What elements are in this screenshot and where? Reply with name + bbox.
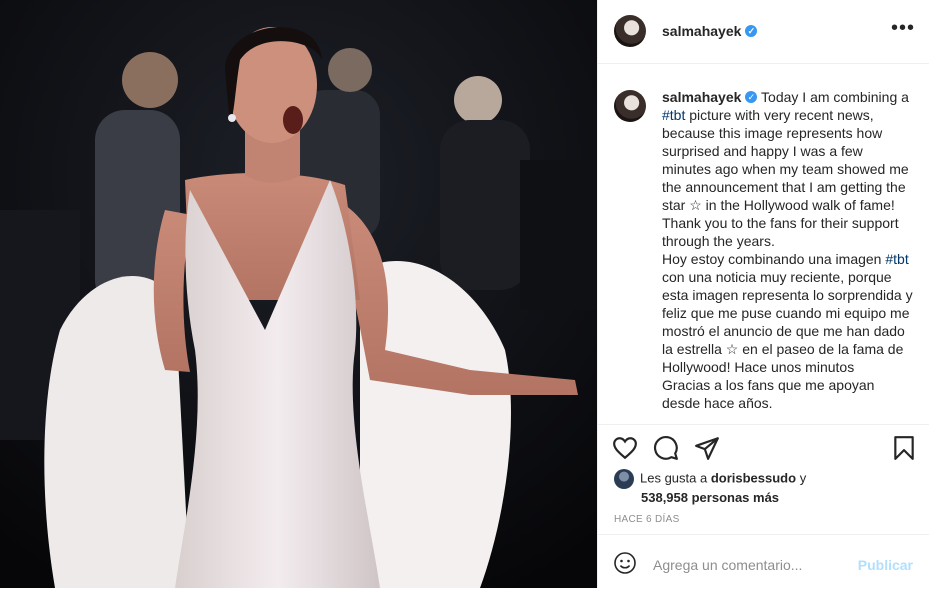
share-icon[interactable]: [694, 435, 720, 461]
post-caption: salmahayek ✓ Today I am combining a #tbt …: [662, 88, 914, 424]
post-actions-bar: [598, 424, 929, 473]
author-username-text[interactable]: salmahayek: [662, 23, 741, 39]
caption-avatar[interactable]: [614, 90, 646, 122]
liker-username[interactable]: dorisbessudo: [711, 470, 796, 485]
likes-middle: y: [796, 470, 807, 486]
liker-avatar[interactable]: [614, 469, 634, 489]
caption-paragraph-2: Thank you to the fans for their support …: [662, 215, 899, 249]
caption-text-1b: picture with very recent news, because t…: [662, 107, 909, 213]
caption-text-3b: con una noticia muy reciente, porque est…: [662, 269, 913, 375]
publish-button[interactable]: Publicar: [858, 557, 913, 573]
hashtag-link[interactable]: #tbt: [662, 107, 685, 123]
caption-text-1a: Today I am combining a: [761, 89, 909, 105]
caption-paragraph-4: Gracias a los fans que me apoyan desde h…: [662, 377, 875, 411]
post-side-panel: salmahayek ✓ ••• salmahayek ✓ Today I am c…: [597, 0, 929, 588]
comment-icon[interactable]: [653, 435, 679, 461]
caption-paragraph-1: salmahayek ✓ Today I am combining a #tbt …: [662, 88, 914, 214]
photo-illustration: [0, 0, 597, 588]
verified-badge-icon: ✓: [745, 91, 758, 104]
likes-count[interactable]: 538,958 personas más: [641, 490, 779, 505]
hashtag-link[interactable]: #tbt: [885, 251, 908, 267]
author-username[interactable]: salmahayek ✓: [662, 23, 758, 39]
caption-text-3a: Hoy estoy combinando una imagen: [662, 251, 886, 267]
post-photo[interactable]: [0, 0, 597, 588]
post-timestamp[interactable]: HACE 6 DÍAS: [614, 514, 680, 525]
likes-prefix: Les gusta a: [640, 470, 711, 486]
author-avatar[interactable]: [614, 15, 646, 47]
comment-input[interactable]: Agrega un comentario...: [653, 557, 802, 573]
more-options-icon[interactable]: •••: [891, 17, 915, 39]
post-header: salmahayek ✓ •••: [598, 0, 929, 64]
heart-icon[interactable]: [612, 435, 638, 461]
comment-box: Agrega un comentario... Publicar: [598, 534, 929, 589]
likes-summary: Les gusta a dorisbessudo y 538,958 perso…: [614, 469, 806, 507]
caption-username[interactable]: salmahayek: [662, 89, 741, 105]
bookmark-icon[interactable]: [891, 435, 917, 461]
verified-badge-icon: ✓: [745, 25, 758, 38]
emoji-icon[interactable]: [613, 551, 637, 575]
caption-paragraph-3: Hoy estoy combinando una imagen #tbt con…: [662, 250, 914, 376]
